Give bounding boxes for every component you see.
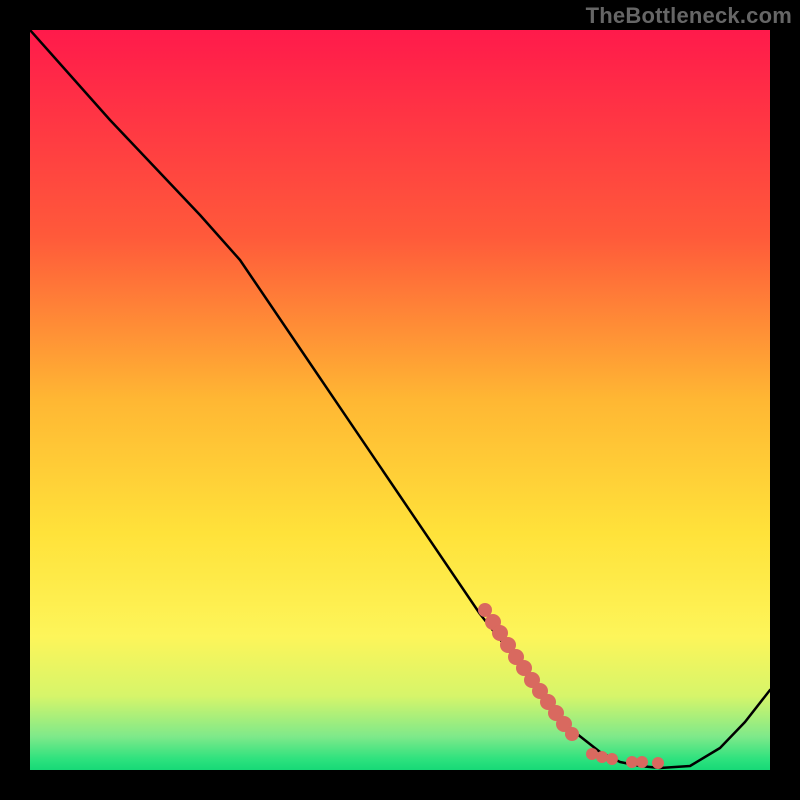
highlight-dot	[596, 751, 608, 763]
highlight-dot	[606, 753, 618, 765]
highlight-dot	[565, 727, 579, 741]
chart-svg	[0, 0, 800, 800]
highlight-dot	[636, 756, 648, 768]
plot-background	[30, 30, 770, 770]
watermark-text: TheBottleneck.com	[586, 3, 792, 29]
chart-stage: TheBottleneck.com	[0, 0, 800, 800]
highlight-dot	[652, 757, 664, 769]
